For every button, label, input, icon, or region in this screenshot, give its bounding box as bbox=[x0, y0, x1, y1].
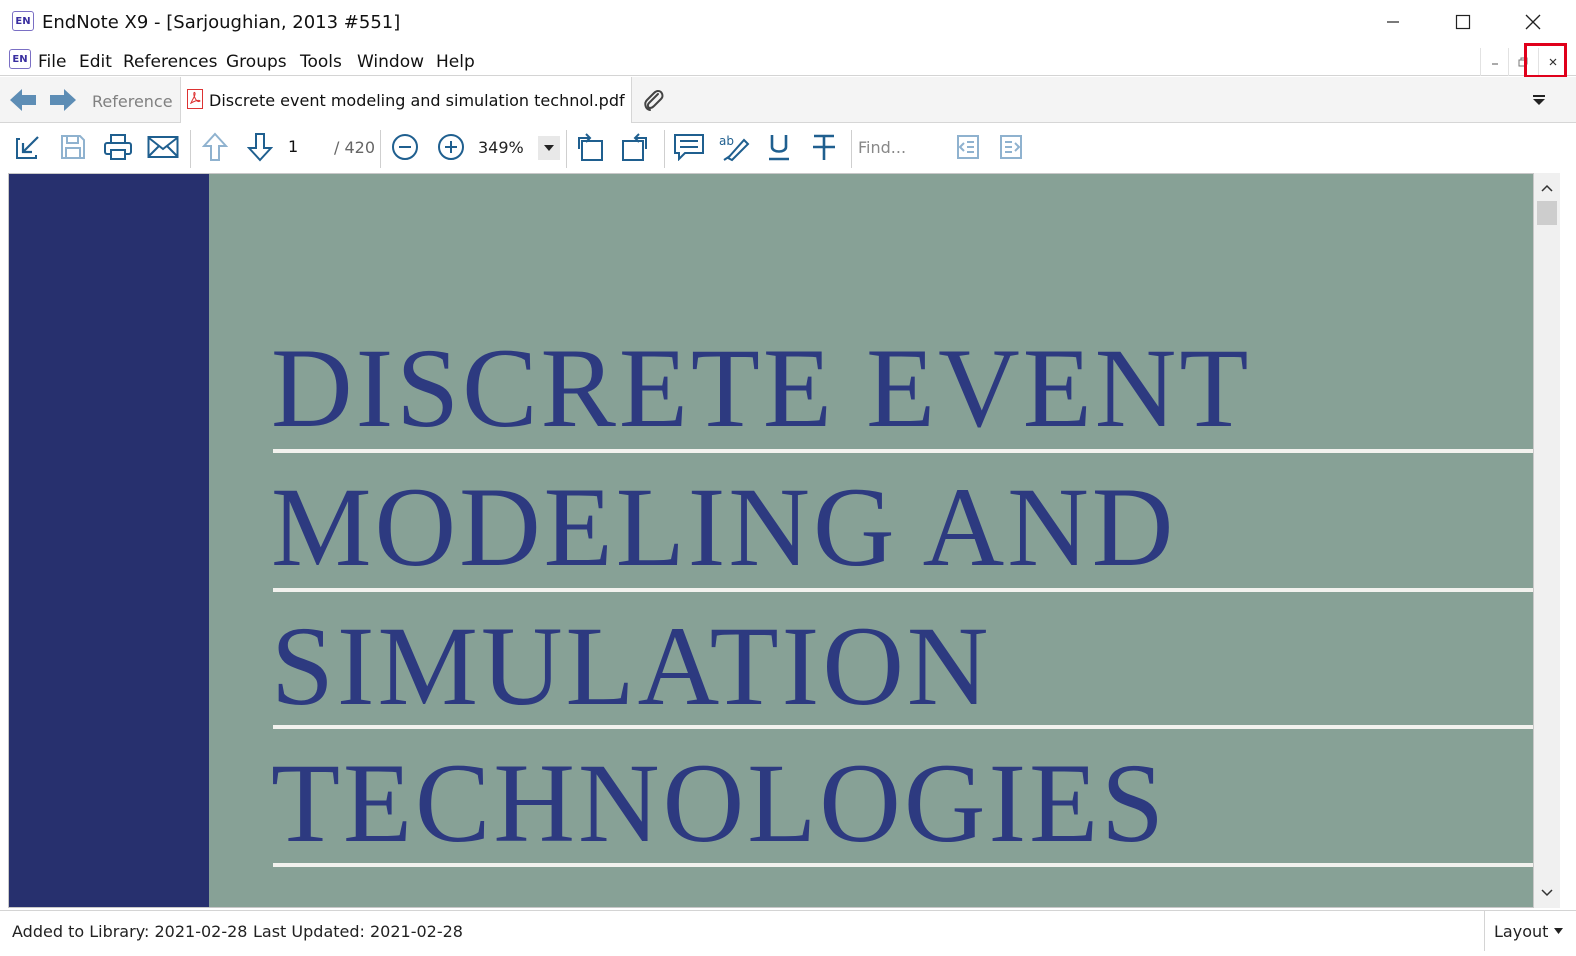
back-arrow-icon[interactable] bbox=[8, 87, 38, 113]
rotate-right-icon bbox=[622, 133, 647, 161]
zoom-level-field[interactable]: 349% bbox=[478, 138, 524, 157]
menu-help[interactable]: Help bbox=[436, 52, 475, 72]
menu-edit[interactable]: Edit bbox=[79, 52, 112, 72]
menu-references[interactable]: References bbox=[123, 52, 217, 72]
cover-rule bbox=[273, 588, 1533, 592]
minimize-icon bbox=[1491, 63, 1498, 65]
find-previous-button[interactable] bbox=[949, 130, 985, 164]
page-total-label: / 420 bbox=[334, 138, 376, 157]
page-number-input[interactable]: 1 bbox=[288, 137, 298, 156]
minimize-button[interactable] bbox=[1358, 0, 1428, 44]
chevron-down-icon bbox=[1554, 928, 1564, 934]
chevron-down-icon bbox=[544, 145, 554, 151]
print-button[interactable] bbox=[100, 130, 136, 164]
tab-reference[interactable]: Reference bbox=[92, 92, 173, 111]
cover-rule bbox=[273, 725, 1533, 729]
maximize-button[interactable] bbox=[1428, 0, 1498, 44]
menu-tools[interactable]: Tools bbox=[300, 52, 342, 72]
cover-rule bbox=[273, 863, 1533, 867]
save-icon bbox=[61, 135, 85, 159]
tab-bar: Reference Discrete event modeling and si… bbox=[0, 77, 1576, 123]
scroll-up-button[interactable] bbox=[1534, 177, 1560, 199]
menu-bar: EN File Edit References Groups Tools Win… bbox=[0, 44, 1576, 76]
pdf-file-icon bbox=[187, 89, 203, 109]
chevron-up-icon bbox=[1541, 184, 1553, 192]
tab-pdf-label: Discrete event modeling and simulation t… bbox=[209, 91, 625, 110]
endnote-app-icon[interactable]: EN bbox=[12, 11, 34, 31]
toolbar-separator bbox=[380, 130, 381, 168]
highlight-text-button[interactable]: ab bbox=[716, 130, 752, 164]
toolbar-separator bbox=[851, 130, 852, 168]
pdf-toolbar: 1 / 420 349% ab Find... bbox=[0, 124, 1576, 170]
rotate-right-button[interactable] bbox=[617, 130, 653, 164]
cover-title-line-2: MODELING AND bbox=[271, 465, 1177, 590]
cover-spine-band bbox=[9, 174, 209, 907]
forward-arrow-icon[interactable] bbox=[48, 87, 78, 113]
cover-title-line-1: DISCRETE EVENT bbox=[271, 326, 1252, 451]
toolbar-separator bbox=[664, 130, 665, 168]
print-icon bbox=[104, 134, 132, 160]
save-button[interactable] bbox=[55, 130, 91, 164]
find-previous-icon bbox=[957, 135, 979, 159]
find-input[interactable] bbox=[858, 134, 948, 160]
comment-note-icon bbox=[674, 134, 704, 161]
document-app-icon[interactable]: EN bbox=[9, 49, 31, 69]
underline-icon bbox=[769, 135, 789, 161]
export-icon bbox=[16, 136, 39, 159]
pdf-viewer[interactable]: DISCRETE EVENT MODELING AND SIMULATION T… bbox=[8, 173, 1534, 908]
export-button[interactable] bbox=[10, 130, 46, 164]
layout-label: Layout bbox=[1494, 921, 1549, 941]
menu-groups[interactable]: Groups bbox=[226, 52, 287, 72]
svg-text:ab: ab bbox=[719, 134, 734, 148]
window-title: EndNote X9 - [Sarjoughian, 2013 #551] bbox=[42, 12, 401, 33]
chevron-down-icon bbox=[1541, 889, 1553, 897]
minimize-icon bbox=[1387, 21, 1399, 23]
underline-button[interactable] bbox=[761, 130, 797, 164]
find-next-button[interactable] bbox=[994, 130, 1030, 164]
zoom-dropdown-button[interactable] bbox=[538, 136, 560, 160]
menu-window[interactable]: Window bbox=[357, 52, 424, 72]
layout-dropdown-button[interactable]: Layout bbox=[1484, 911, 1564, 951]
zoom-out-button[interactable] bbox=[387, 130, 423, 164]
added-to-library-label: Added to Library: 2021-02-28 bbox=[12, 922, 248, 941]
email-button[interactable] bbox=[145, 130, 181, 164]
strikethrough-icon bbox=[813, 134, 835, 160]
tab-list-dropdown-icon[interactable] bbox=[1532, 95, 1546, 105]
zoom-in-icon bbox=[438, 134, 464, 160]
cover-title-line-3: SIMULATION bbox=[271, 604, 992, 729]
email-icon bbox=[147, 136, 179, 158]
previous-page-button[interactable] bbox=[197, 130, 233, 164]
scroll-thumb[interactable] bbox=[1537, 201, 1557, 225]
vertical-scrollbar[interactable] bbox=[1534, 173, 1560, 908]
highlight-box bbox=[1524, 43, 1567, 78]
close-window-button[interactable] bbox=[1498, 0, 1568, 44]
arrow-down-icon bbox=[247, 133, 273, 162]
document-minimize-button[interactable] bbox=[1480, 48, 1508, 76]
rotate-left-button[interactable] bbox=[572, 130, 608, 164]
close-icon bbox=[1525, 14, 1541, 30]
arrow-up-icon bbox=[202, 132, 228, 161]
add-note-button[interactable] bbox=[671, 130, 707, 164]
rotate-left-icon bbox=[578, 133, 603, 161]
zoom-in-button[interactable] bbox=[433, 130, 469, 164]
strikethrough-button[interactable] bbox=[806, 130, 842, 164]
tab-pdf[interactable]: Discrete event modeling and simulation t… bbox=[180, 77, 632, 123]
zoom-out-icon bbox=[392, 134, 418, 160]
find-next-icon bbox=[1000, 135, 1022, 159]
next-page-button[interactable] bbox=[242, 130, 278, 164]
maximize-icon bbox=[1455, 14, 1471, 30]
toolbar-separator bbox=[190, 130, 191, 168]
status-bar: Added to Library: 2021-02-28 Last Update… bbox=[0, 910, 1576, 956]
scroll-down-button[interactable] bbox=[1534, 882, 1560, 904]
cover-title-line-4: TECHNOLOGIES bbox=[271, 741, 1167, 866]
last-updated-label: Last Updated: 2021-02-28 bbox=[253, 922, 463, 941]
attachment-paperclip-icon[interactable] bbox=[640, 87, 668, 115]
cover-rule bbox=[273, 449, 1533, 453]
highlighter-icon: ab bbox=[719, 134, 750, 162]
title-bar: EN EndNote X9 - [Sarjoughian, 2013 #551] bbox=[0, 0, 1576, 44]
menu-file[interactable]: File bbox=[38, 52, 66, 72]
toolbar-separator bbox=[566, 130, 567, 168]
